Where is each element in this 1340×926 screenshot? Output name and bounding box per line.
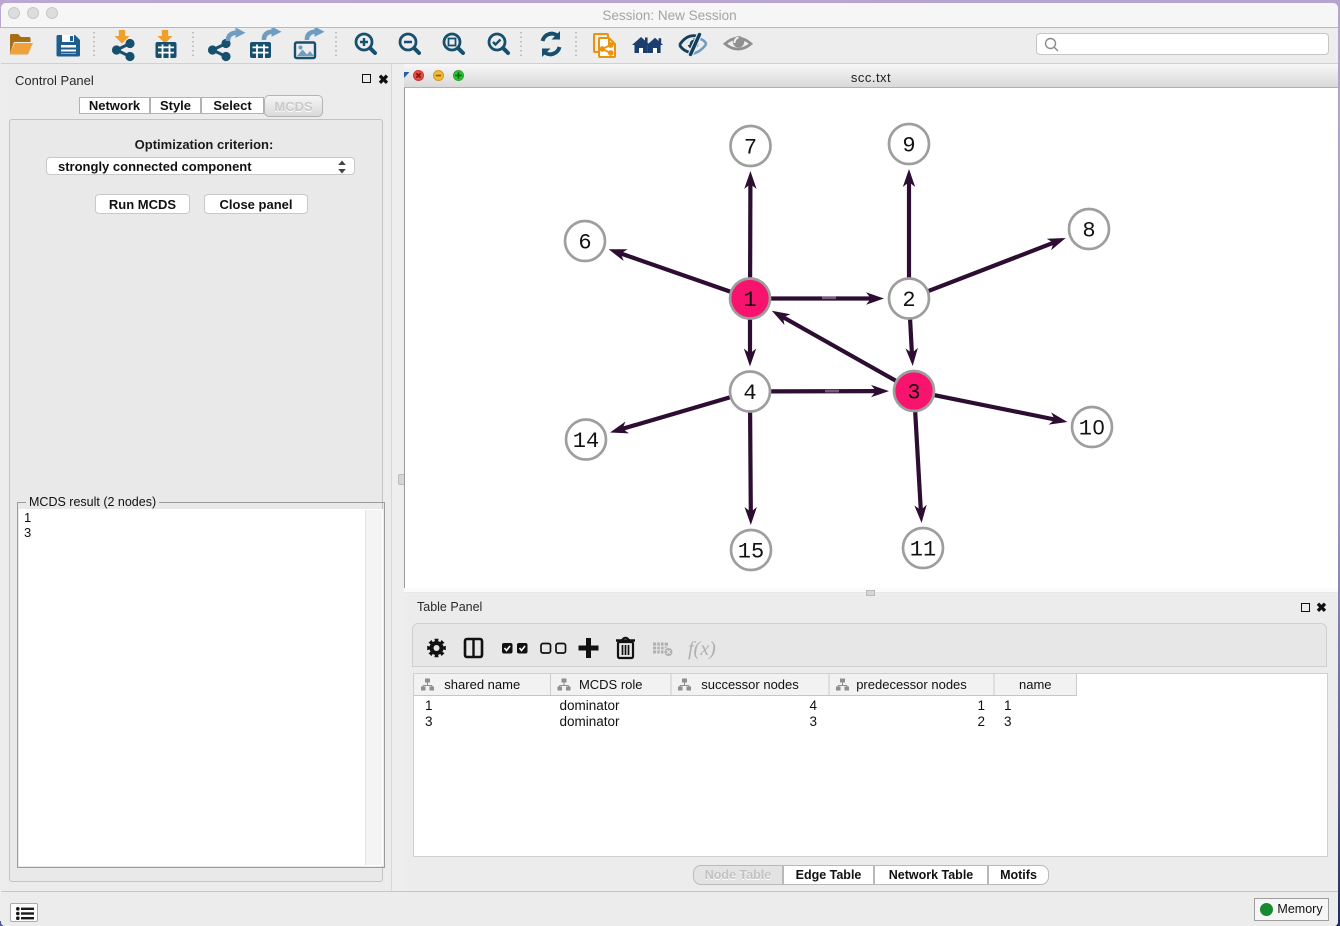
svg-text:3: 3 bbox=[809, 714, 817, 729]
svg-text:name: name bbox=[1019, 677, 1052, 692]
svg-text:8: 8 bbox=[1082, 219, 1095, 244]
svg-text:3: 3 bbox=[1004, 714, 1012, 729]
svg-text:1: 1 bbox=[1004, 698, 1012, 713]
svg-text:15: 15 bbox=[738, 540, 764, 565]
svg-text:11: 11 bbox=[910, 538, 936, 563]
svg-text:2: 2 bbox=[977, 714, 985, 729]
svg-text:1: 1 bbox=[1079, 417, 1092, 442]
svg-text:7: 7 bbox=[744, 136, 757, 161]
svg-text:f(x): f(x) bbox=[688, 638, 716, 660]
svg-text:3: 3 bbox=[907, 381, 920, 406]
svg-text:1: 1 bbox=[743, 288, 756, 313]
svg-text:1: 1 bbox=[977, 698, 985, 713]
svg-text:predecessor nodes: predecessor nodes bbox=[856, 677, 967, 692]
svg-text:shared name: shared name bbox=[444, 677, 520, 692]
svg-text:successor nodes: successor nodes bbox=[701, 677, 799, 692]
svg-text:dominator: dominator bbox=[560, 714, 621, 729]
svg-text:3: 3 bbox=[425, 714, 433, 729]
svg-text:0: 0 bbox=[1093, 416, 1105, 440]
svg-text:2: 2 bbox=[902, 288, 915, 313]
svg-text:14: 14 bbox=[573, 429, 599, 454]
svg-text:9: 9 bbox=[902, 134, 915, 159]
svg-text:6: 6 bbox=[578, 231, 591, 256]
svg-text:4: 4 bbox=[743, 381, 756, 406]
svg-text:1: 1 bbox=[425, 698, 433, 713]
svg-text:dominator: dominator bbox=[560, 698, 621, 713]
svg-text:MCDS role: MCDS role bbox=[579, 677, 643, 692]
svg-text:4: 4 bbox=[809, 698, 817, 713]
